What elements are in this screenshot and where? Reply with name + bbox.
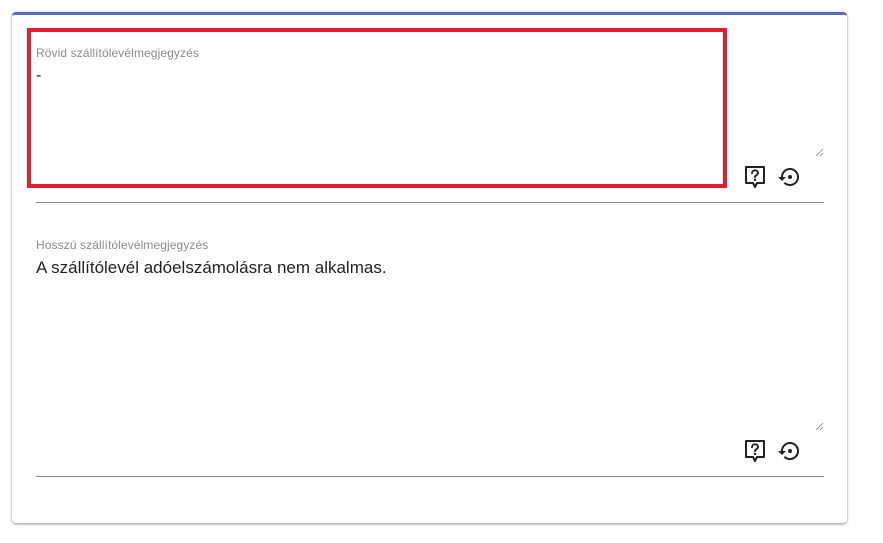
reset-icon bbox=[778, 168, 799, 186]
short-note-textarea[interactable]: - bbox=[36, 66, 41, 86]
long-note-actions bbox=[742, 438, 802, 464]
long-note-reset-button[interactable] bbox=[776, 438, 802, 464]
short-note-reset-button[interactable] bbox=[776, 164, 802, 190]
help-icon bbox=[745, 166, 765, 188]
short-note-field[interactable]: Rövid szállítólevélmegjegyzés - bbox=[36, 29, 824, 203]
resize-handle-icon[interactable] bbox=[814, 147, 824, 157]
help-icon bbox=[745, 440, 765, 462]
long-note-help-button[interactable] bbox=[742, 438, 768, 464]
long-note-underline bbox=[36, 476, 824, 477]
notes-card: Rövid szállítólevélmegjegyzés - Hosszú s… bbox=[12, 12, 847, 523]
long-note-field[interactable]: Hosszú szállítólevélmegjegyzés A szállít… bbox=[36, 221, 824, 477]
long-note-textarea[interactable]: A szállítólevél adóelszámolásra nem alka… bbox=[36, 258, 387, 278]
reset-icon bbox=[778, 442, 799, 460]
short-note-label: Rövid szállítólevélmegjegyzés bbox=[36, 46, 199, 60]
short-note-underline bbox=[36, 202, 824, 203]
short-note-help-button[interactable] bbox=[742, 164, 768, 190]
page-canvas: Rövid szállítólevélmegjegyzés - Hosszú s… bbox=[0, 0, 883, 543]
short-note-actions bbox=[742, 164, 802, 190]
long-note-label: Hosszú szállítólevélmegjegyzés bbox=[36, 238, 209, 252]
resize-handle-icon[interactable] bbox=[814, 421, 824, 431]
